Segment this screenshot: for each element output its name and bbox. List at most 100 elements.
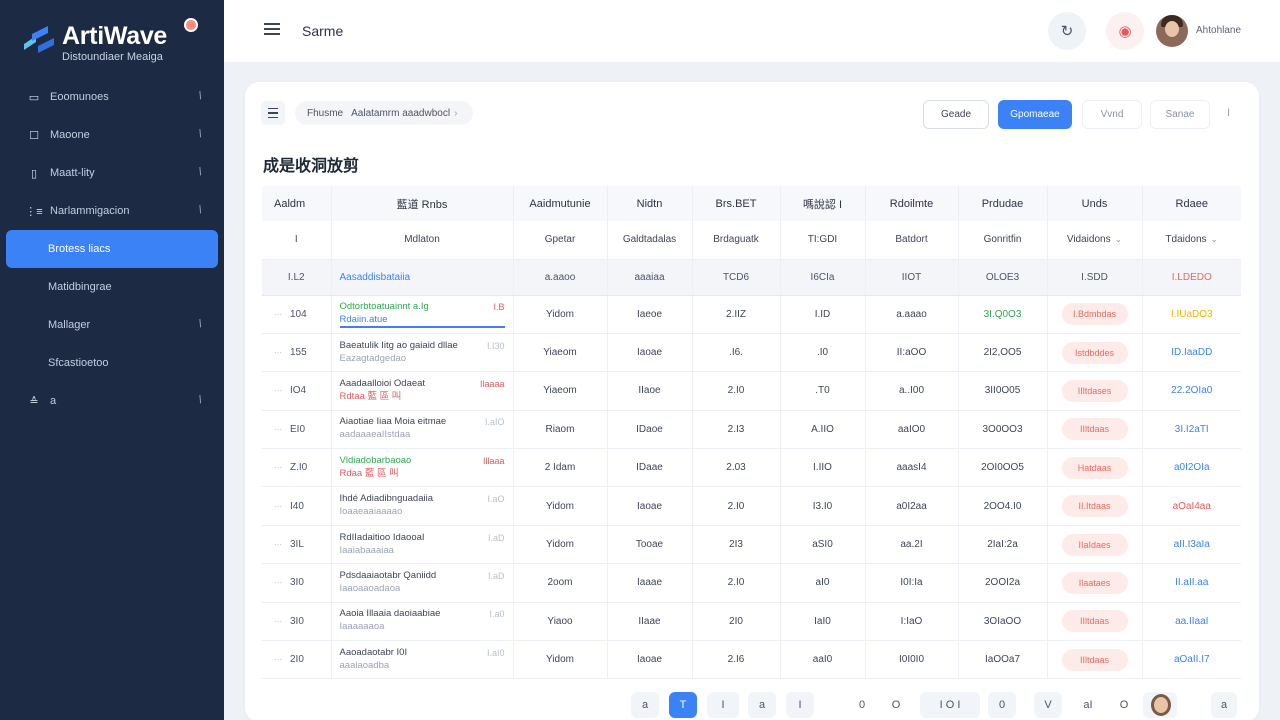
filter-cell[interactable]: TI:GDI — [780, 221, 866, 260]
page-next-button[interactable]: a — [1211, 692, 1237, 718]
drag-handle-icon[interactable]: ⋯ — [274, 617, 282, 626]
sidebar-item-0[interactable]: ▭ Eoomunoes / — [6, 78, 218, 116]
table-row[interactable]: ⋯ 3IL RdIIadaitioo IdaooaI Iaaiabaaaiaa I.aD… — [262, 525, 1241, 565]
column-header[interactable]: 藍道 Rnbs — [331, 186, 514, 221]
status-badge[interactable]: IIltdaas — [1061, 648, 1128, 671]
page-button[interactable]: aI — [1074, 692, 1102, 718]
secondary-button-2[interactable]: Sanae — [1150, 100, 1210, 129]
column-header[interactable]: 嗎說認 I — [780, 186, 866, 221]
page-button[interactable]: I — [707, 692, 739, 718]
status-badge[interactable]: Istdbddes — [1061, 341, 1128, 364]
table-row[interactable]: ⋯ 3I0 Aaoia Illaaia daoiaabiae Iaaaaaaoa I.a… — [262, 602, 1241, 642]
page-button[interactable]: I O I — [920, 692, 980, 718]
filter-cell[interactable]: Galdtadalas — [607, 221, 693, 260]
page-button[interactable]: a — [748, 692, 776, 718]
column-header[interactable]: Aaldm — [262, 186, 332, 221]
table-row[interactable]: ⋯ Z.I0 Vldiadobarbaoao Rdaa 藍 區 叫 Illaaa 2 Id… — [262, 448, 1241, 488]
table-row[interactable]: ⋯ 104 Odtorbtoatuainnt a.Ig Rdaiin.atue I.B Y… — [262, 295, 1241, 334]
product-cell[interactable]: Aaoia Illaaia daoiaabiae Iaaaaaaoa I.a0 — [331, 602, 514, 642]
table-cell: 2I3 — [692, 525, 781, 565]
notification-button[interactable]: ◉ — [1106, 12, 1144, 50]
filter-cell[interactable]: Brdaguatk — [692, 221, 781, 260]
drag-handle-icon[interactable]: ⋯ — [274, 348, 282, 357]
table-row[interactable]: ⋯ I40 Ihdé Adiadibnguadaiia Ioaaeaaiaaaao I.… — [262, 486, 1241, 526]
menu-icon[interactable] — [264, 23, 280, 37]
status-badge[interactable]: IIltdaas — [1061, 418, 1128, 441]
page-button-active[interactable]: T — [669, 692, 697, 718]
page-button[interactable]: 0 — [988, 692, 1016, 718]
drag-handle-icon[interactable]: ⋯ — [274, 425, 282, 434]
table-row[interactable]: ⋯ IO4 Aaadaalloioi Odaeat Rdtaa 藍 區 叫 Ilaaaa… — [262, 371, 1241, 411]
product-cell[interactable]: Odtorbtoatuainnt a.Ig Rdaiin.atue I.B — [331, 295, 514, 334]
page-dropdown[interactable]: V — [1034, 692, 1062, 718]
column-header[interactable]: Prdudae — [958, 186, 1048, 221]
table-row[interactable]: ⋯ 2I0 Aaoadaotabr I0I aaaiaoadba I.aI0 Yidom I… — [262, 640, 1241, 680]
more-icon[interactable]: I — [1227, 107, 1230, 119]
product-cell[interactable]: Aaadaalloioi Odaeat Rdtaa 藍 區 叫 Ilaaaa — [331, 371, 514, 411]
column-header[interactable]: Rdoilmte — [865, 186, 959, 221]
sidebar-item-7[interactable]: Sfcastioetoo — [6, 344, 218, 382]
filter-cell[interactable]: Gonritfin — [958, 221, 1048, 260]
column-header[interactable]: Unds — [1047, 186, 1143, 221]
table-row[interactable]: ⋯ 155 Baeatulik Iitg ao gaiaid dllae Eazagt… — [262, 333, 1241, 373]
product-cell[interactable]: Aiaotiae Iiaa Moia eitmae aadaaaeaIIstdaa… — [331, 410, 514, 450]
avatar[interactable] — [1143, 692, 1177, 718]
sidebar-item-3[interactable]: ⋮≡ Narlammigacion / — [6, 192, 218, 230]
status-badge[interactable]: IIltdases — [1061, 379, 1128, 402]
sidebar-item-2[interactable]: ▯ Maatt-lity / — [6, 154, 218, 192]
status-badge[interactable]: II.Itdaas — [1061, 495, 1128, 518]
drag-handle-icon[interactable]: ⋯ — [274, 655, 282, 664]
brand[interactable]: ArtiWave Distoundiaer Meaiga — [22, 18, 212, 70]
product-cell[interactable]: RdIIadaitioo IdaooaI Iaaiabaaaiaa I.aD — [331, 525, 514, 565]
status-badge[interactable]: I.Bdmbdas — [1061, 303, 1128, 326]
page-button[interactable]: 0 — [850, 692, 874, 718]
column-header[interactable]: Nidtn — [607, 186, 693, 221]
drag-handle-icon[interactable]: ⋯ — [274, 502, 282, 511]
product-cell[interactable]: Baeatulik Iitg ao gaiaid dllae Eazagtadge… — [331, 333, 514, 373]
table-cell: Yiaoo — [513, 602, 608, 642]
sidebar-item-8[interactable]: ≙ a / — [6, 382, 218, 420]
drag-handle-icon[interactable]: ⋯ — [274, 386, 282, 395]
primary-button[interactable]: Gpomaeae — [998, 100, 1072, 129]
filter-select[interactable]: Vidaidons ⌄ — [1047, 221, 1143, 260]
column-header[interactable]: Brs.BET — [692, 186, 781, 221]
page-button[interactable]: I — [786, 692, 814, 718]
product-cell[interactable]: Aaoadaotabr I0I aaaiaoadba I.aI0 — [331, 640, 514, 680]
column-header[interactable]: Rdaee — [1142, 186, 1241, 221]
refresh-button[interactable]: ↻ — [1048, 12, 1086, 50]
page-prev-button[interactable]: a — [631, 692, 659, 718]
status-badge[interactable]: IIltdaas — [1061, 610, 1128, 633]
breadcrumb[interactable]: Fhusme Aalatamrm aaadwbocl › — [295, 101, 474, 125]
status-badge[interactable]: Hatdaas — [1061, 456, 1128, 479]
filter-cell[interactable]: Gpetar — [513, 221, 608, 260]
filter-cell[interactable]: Batdort — [865, 221, 959, 260]
product-cell[interactable]: Vldiadobarbaoao Rdaa 藍 區 叫 Illaaa — [331, 448, 514, 488]
sidebar-item-6[interactable]: Mallager / — [6, 306, 218, 344]
user-name[interactable]: Ahtohlane — [1196, 25, 1241, 36]
product-cell[interactable]: Pdsdaaiaotabr Qaniidd Iaaoaaoadaoa I.aD — [331, 563, 514, 603]
drag-handle-icon[interactable]: ⋯ — [274, 540, 282, 549]
status-badge[interactable]: Ilaataes — [1061, 571, 1128, 594]
drag-handle-icon[interactable]: ⋯ — [274, 578, 282, 587]
page-button[interactable]: O — [1110, 692, 1138, 718]
drag-handle-icon[interactable]: ⋯ — [274, 463, 282, 472]
product-cell[interactable]: Ihdé Adiadibnguadaiia Ioaaeaaiaaaao I.aO — [331, 486, 514, 526]
summary-cell: TCD6 — [692, 259, 781, 296]
filter-cell[interactable]: I — [262, 221, 332, 260]
avatar[interactable] — [1156, 15, 1188, 47]
filter-cell[interactable]: Mdlaton — [331, 221, 514, 260]
outline-button[interactable]: Geade — [923, 100, 989, 129]
table-row[interactable]: ⋯ EI0 Aiaotiae Iiaa Moia eitmae aadaaaeaIIs… — [262, 410, 1241, 450]
filter-select[interactable]: Tdaidons ⌄ — [1142, 221, 1241, 260]
column-header[interactable]: Aaidmutunie — [513, 186, 608, 221]
filter-button[interactable] — [261, 101, 285, 125]
table-row[interactable]: ⋯ 3I0 Pdsdaaiaotabr Qaniidd Iaaoaaoadaoa I.a… — [262, 563, 1241, 603]
status-badge[interactable]: IIaIdaes — [1061, 533, 1128, 556]
summary-link[interactable]: Aasaddisbataiia — [331, 259, 514, 296]
drag-handle-icon[interactable]: ⋯ — [274, 310, 282, 319]
sidebar-item-4[interactable]: Brotess liacs — [6, 230, 218, 268]
sidebar-item-1[interactable]: ☐ Maoone / — [6, 116, 218, 154]
secondary-button[interactable]: Vvnd — [1082, 100, 1142, 129]
page-button[interactable]: O — [884, 692, 908, 718]
sidebar-item-5[interactable]: Matidbingrae — [6, 268, 218, 306]
